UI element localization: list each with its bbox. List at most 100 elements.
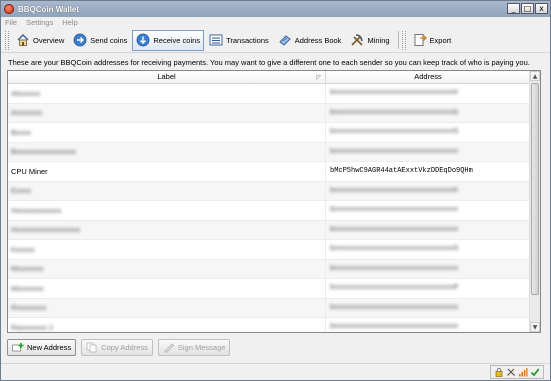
mining-label: Mining <box>367 35 390 45</box>
address-table[interactable]: Label ◸ Address Alxxxxxx bxxxxxxxxxxxxxxx… <box>7 70 541 333</box>
table-row[interactable]: Mxxxxxxx bxxxxxxxxxxxxxxxxxxxxxxxxxxxxxxP <box>8 279 530 299</box>
add-icon <box>12 342 24 353</box>
label-column-header[interactable]: Label ◸ <box>8 71 326 84</box>
vertical-scrollbar[interactable]: ▲ ▼ <box>529 71 540 332</box>
table-row[interactable]: CPU Miner bMcP5hwC9AGR44atAExxtVkzDDEqDo9… <box>8 162 530 182</box>
table-row[interactable]: Mxxxxxxx bxxxxxxxxxxxxxxxxxxxxxxxxxxxxxxx <box>8 259 530 279</box>
table-row[interactable]: Kxxxxx bxxxxxxxxxxxxxxxxxxxxxxxxxxxxxxS <box>8 240 530 260</box>
sign-message-label: Sign Message <box>177 343 226 352</box>
title-bar[interactable]: BBQCoin Wallet _ □ x <box>1 1 550 17</box>
address-label-cell: Hxxxxxxxxxxxx <box>8 201 326 220</box>
address-column-header[interactable]: Address <box>326 71 530 84</box>
address-value-cell: bxxxxxxxxxxxxxxxxxxxxxxxxxxxxxxx <box>326 299 530 318</box>
address-value-text: bxxxxxxxxxxxxxxxxxxxxxxxxxxxxxxh <box>330 89 459 98</box>
table-row[interactable]: Hxxxxxxxxxxxx bxxxxxxxxxxxxxxxxxxxxxxxxxx… <box>8 201 530 221</box>
address-value-cell: bxxxxxxxxxxxxxxxxxxxxxxxxxxxxxxb <box>326 104 530 123</box>
address-value-text: bxxxxxxxxxxxxxxxxxxxxxxxxxxxxxxP <box>330 284 459 293</box>
address-label-cell: Hxxxxxxxxxxxxxxxxx <box>8 220 326 239</box>
address-header-text: Address <box>414 72 442 81</box>
overview-label: Overview <box>33 35 65 45</box>
overview-button[interactable]: Overview <box>12 30 68 51</box>
address-value-text: bxxxxxxxxxxxxxxxxxxxxxxxxxxxxxxx <box>330 323 459 332</box>
minimize-button[interactable]: _ <box>507 3 520 14</box>
transactions-button[interactable]: Transactions <box>205 30 273 51</box>
address-book-button[interactable]: Address Book <box>274 30 346 51</box>
connections-signal-icon <box>518 367 528 377</box>
new-address-button[interactable]: New Address <box>7 339 77 356</box>
address-value-cell: bxxxxxxxxxxxxxxxxxxxxxxxxxxxxxxS <box>326 240 530 259</box>
sign-pen-icon <box>163 342 175 353</box>
mining-button[interactable]: Mining <box>346 30 393 51</box>
address-value-cell: bxxxxxxxxxxxxxxxxxxxxxxxxxxxxxxx <box>326 221 530 240</box>
new-address-label: New Address <box>27 343 72 352</box>
home-icon <box>16 33 30 47</box>
copy-icon <box>86 342 98 353</box>
toolbar-grip-2[interactable] <box>401 30 406 50</box>
lock-icon <box>494 367 504 377</box>
address-value-text: bxxxxxxxxxxxxxxxxxxxxxxxxxxxxxxx <box>330 264 459 273</box>
address-label-cell: CPU Miner <box>8 162 326 181</box>
address-value-cell: bxxxxxxxxxxxxxxxxxxxxxxxxxxxxxxS <box>326 123 530 142</box>
menu-file[interactable]: File <box>5 18 17 27</box>
table-row[interactable]: Alxxxxxx bxxxxxxxxxxxxxxxxxxxxxxxxxxxxxxh <box>8 84 530 104</box>
table-row[interactable]: Bxxxx bxxxxxxxxxxxxxxxxxxxxxxxxxxxxxxS <box>8 123 530 143</box>
export-label: Export <box>429 35 452 45</box>
address-label-text: Kxxxxx <box>11 244 35 254</box>
address-label-cell: Bxxxxxxxxxxxxxxxx <box>8 142 326 161</box>
export-button[interactable]: Export <box>409 30 456 51</box>
address-label-cell: Rxxxxxxxx <box>8 298 326 317</box>
menu-bar: File Settings Help <box>1 17 550 28</box>
address-value-cell: bxxxxxxxxxxxxxxxxxxxxxxxxxxxxxxx <box>326 143 530 162</box>
address-label-cell: Exxxx <box>8 181 326 200</box>
status-bar <box>1 363 550 380</box>
table-row[interactable]: Axxxxxxx bxxxxxxxxxxxxxxxxxxxxxxxxxxxxxxb <box>8 103 530 123</box>
address-label-text: Mxxxxxxx <box>11 264 44 274</box>
table-row[interactable]: Exxxx bxxxxxxxxxxxxxxxxxxxxxxxxxxxxxxh <box>8 181 530 201</box>
scroll-up-icon[interactable]: ▲ <box>530 71 540 81</box>
main-toolbar: Overview Send coins Receive coins Transa… <box>1 28 550 53</box>
address-label-cell: Kxxxxx <box>8 240 326 259</box>
label-header-text: Label <box>157 72 176 81</box>
address-label-cell: Alxxxxxx <box>8 84 326 103</box>
address-value-cell: bxxxxxxxxxxxxxxxxxxxxxxxxxxxxxxh <box>326 84 530 103</box>
address-label-text: Bxxxx <box>11 127 32 137</box>
address-label-text: CPU Miner <box>11 166 48 176</box>
address-value-cell: bxxxxxxxxxxxxxxxxxxxxxxxxxxxxxxx <box>326 201 530 220</box>
receive-coins-button[interactable]: Receive coins <box>132 29 205 51</box>
close-button[interactable]: x <box>535 3 548 14</box>
address-value-text: bMcP5hwC9AGR44atAExxtVkzDDEqDo9QHm <box>330 167 473 176</box>
address-label-cell: Mxxxxxxx <box>8 279 326 298</box>
maximize-button[interactable]: □ <box>521 3 534 14</box>
table-row[interactable]: Raxxxxxxx 2 bxxxxxxxxxxxxxxxxxxxxxxxxxxxx… <box>8 318 530 332</box>
scroll-down-icon[interactable]: ▼ <box>530 322 540 332</box>
address-value-cell: bxxxxxxxxxxxxxxxxxxxxxxxxxxxxxxx <box>326 260 530 279</box>
table-rows: Alxxxxxx bxxxxxxxxxxxxxxxxxxxxxxxxxxxxxxh… <box>8 84 530 332</box>
address-value-cell: bMcP5hwC9AGR44atAExxtVkzDDEqDo9QHm <box>326 162 530 181</box>
toolbar-separator <box>397 31 399 49</box>
address-label-text: Hxxxxxxxxxxxx <box>11 205 62 215</box>
main-window: BBQCoin Wallet _ □ x File Settings Help … <box>0 0 551 381</box>
address-label-text: Alxxxxxx <box>11 88 41 98</box>
table-row[interactable]: Hxxxxxxxxxxxxxxxxx bxxxxxxxxxxxxxxxxxxxxx… <box>8 220 530 240</box>
address-value-cell: bxxxxxxxxxxxxxxxxxxxxxxxxxxxxxxP <box>326 279 530 298</box>
scrollbar-thumb[interactable] <box>531 83 539 295</box>
send-arrow-icon <box>73 33 87 47</box>
copy-address-button[interactable]: Copy Address <box>81 339 153 356</box>
toolbar-grip[interactable] <box>5 30 9 50</box>
table-row[interactable]: Bxxxxxxxxxxxxxxxx bxxxxxxxxxxxxxxxxxxxxxx… <box>8 142 530 162</box>
send-coins-label: Send coins <box>90 35 128 45</box>
address-label-cell: Mxxxxxxx <box>8 259 326 278</box>
table-row[interactable]: Rxxxxxxxx bxxxxxxxxxxxxxxxxxxxxxxxxxxxxxx… <box>8 298 530 318</box>
receive-arrow-icon <box>136 33 150 47</box>
menu-settings[interactable]: Settings <box>26 18 53 27</box>
address-value-text: bxxxxxxxxxxxxxxxxxxxxxxxxxxxxxxx <box>330 303 459 312</box>
receive-coins-label: Receive coins <box>153 35 201 45</box>
transactions-label: Transactions <box>226 35 269 45</box>
send-coins-button[interactable]: Send coins <box>69 30 131 51</box>
address-value-text: bxxxxxxxxxxxxxxxxxxxxxxxxxxxxxxS <box>330 128 459 137</box>
address-label-text: Rxxxxxxxx <box>11 303 47 313</box>
sign-message-button[interactable]: Sign Message <box>157 339 231 356</box>
menu-help[interactable]: Help <box>62 18 77 27</box>
mining-status-icon <box>506 367 516 377</box>
transactions-list-icon <box>209 33 223 47</box>
